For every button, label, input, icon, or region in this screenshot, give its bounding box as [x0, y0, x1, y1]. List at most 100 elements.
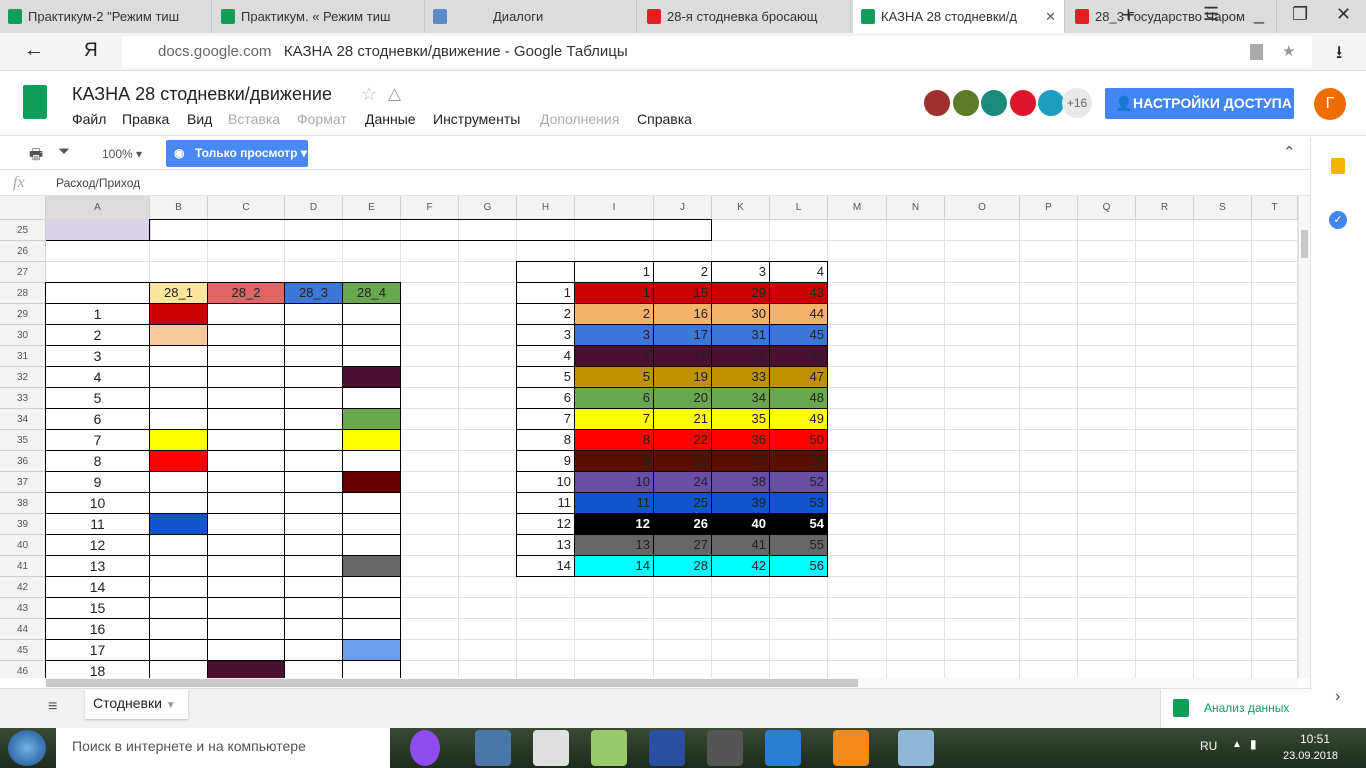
- all-sheets-icon[interactable]: ≡: [48, 698, 57, 716]
- right-table-header[interactable]: 3: [711, 261, 770, 283]
- grid-cell[interactable]: [945, 514, 1020, 535]
- right-table-value[interactable]: 33: [711, 366, 770, 388]
- grid-cell[interactable]: [712, 220, 770, 241]
- right-table-row-label[interactable]: 7: [516, 408, 575, 430]
- grid-cell[interactable]: [1136, 388, 1194, 409]
- spreadsheet-grid[interactable]: A B C D E F G H I J K L M N O P Q R S T 25 26 27 28 29 30 31 32 33 34…: [0, 196, 1298, 678]
- row-header[interactable]: 27: [0, 262, 46, 283]
- taskbar-search[interactable]: Поиск в интернете и на компьютере: [56, 728, 390, 768]
- grid-cell[interactable]: [517, 619, 575, 640]
- grid-cell[interactable]: [1252, 661, 1298, 678]
- grid-cell[interactable]: [887, 661, 945, 678]
- grid-cell[interactable]: [887, 472, 945, 493]
- right-table-value[interactable]: 28: [653, 555, 712, 577]
- right-table-value[interactable]: 12: [574, 513, 654, 535]
- left-table-cell[interactable]: [207, 492, 285, 514]
- left-table-number[interactable]: 14: [45, 576, 150, 598]
- left-table-cell[interactable]: [149, 576, 208, 598]
- grid-cell[interactable]: [1020, 430, 1078, 451]
- right-table-value[interactable]: 25: [653, 492, 712, 514]
- right-table-value[interactable]: 11: [574, 492, 654, 514]
- column-header[interactable]: I: [575, 196, 654, 220]
- right-table-value[interactable]: 9: [574, 450, 654, 472]
- collaborator-avatar[interactable]: [922, 88, 952, 118]
- grid-cell[interactable]: [945, 325, 1020, 346]
- row-header[interactable]: 39: [0, 514, 46, 535]
- colored-cell[interactable]: [149, 429, 208, 451]
- right-table-value[interactable]: 54: [769, 513, 828, 535]
- right-table-value[interactable]: 29: [711, 282, 770, 304]
- colored-cell[interactable]: [207, 660, 285, 678]
- grid-cell[interactable]: [828, 556, 887, 577]
- grid-cell[interactable]: [343, 262, 401, 283]
- left-table-cell[interactable]: [149, 618, 208, 640]
- grid-cell[interactable]: [1078, 241, 1136, 262]
- grid-cell[interactable]: [1020, 598, 1078, 619]
- row-header[interactable]: 44: [0, 619, 46, 640]
- column-header[interactable]: N: [887, 196, 945, 220]
- right-table-value[interactable]: 30: [711, 303, 770, 325]
- grid-cell[interactable]: [1252, 577, 1298, 598]
- grid-cell[interactable]: [945, 220, 1020, 241]
- browser-tab[interactable]: Диалоги: [425, 0, 637, 33]
- grid-cell[interactable]: [945, 640, 1020, 661]
- left-table-cell[interactable]: [207, 429, 285, 451]
- grid-cell[interactable]: [828, 283, 887, 304]
- right-table-row-label[interactable]: 11: [516, 492, 575, 514]
- move-to-folder-icon[interactable]: △: [388, 84, 401, 104]
- column-header[interactable]: L: [770, 196, 828, 220]
- right-table-value[interactable]: 37: [711, 450, 770, 472]
- minimize-icon[interactable]: _: [1254, 4, 1264, 25]
- grid-cell[interactable]: [887, 640, 945, 661]
- left-table-cell[interactable]: [149, 366, 208, 388]
- row-header[interactable]: 35: [0, 430, 46, 451]
- browser-menu-icon[interactable]: ☰: [1203, 4, 1219, 25]
- grid-cell[interactable]: [1194, 325, 1252, 346]
- grid-cell[interactable]: [459, 514, 517, 535]
- left-table-cell[interactable]: [284, 576, 343, 598]
- grid-cell[interactable]: [945, 367, 1020, 388]
- grid-cell[interactable]: [1078, 556, 1136, 577]
- browser-tab[interactable]: Практикум-2 "Режим тиш: [0, 0, 212, 33]
- grid-cell[interactable]: [285, 241, 343, 262]
- share-button[interactable]: 👤 НАСТРОЙКИ ДОСТУПА: [1105, 88, 1294, 119]
- grid-cell[interactable]: [1194, 619, 1252, 640]
- browser-tab[interactable]: 28-я стодневка бросающ: [639, 0, 851, 33]
- colored-cell[interactable]: [149, 324, 208, 346]
- right-table-value[interactable]: 18: [653, 345, 712, 367]
- grid-cell[interactable]: [1252, 388, 1298, 409]
- left-table-cell[interactable]: [342, 450, 401, 472]
- yandex-browser-icon[interactable]: [533, 730, 569, 766]
- left-table-cell[interactable]: [284, 345, 343, 367]
- right-table-value[interactable]: 41: [711, 534, 770, 556]
- right-table-value[interactable]: 23: [653, 450, 712, 472]
- left-table-cell[interactable]: [342, 534, 401, 556]
- grid-cell[interactable]: [1136, 346, 1194, 367]
- grid-cell[interactable]: [1136, 367, 1194, 388]
- grid-cell[interactable]: [459, 661, 517, 678]
- colored-cell[interactable]: [149, 303, 208, 325]
- grid-cell[interactable]: [945, 661, 1020, 678]
- grid-cell[interactable]: [945, 535, 1020, 556]
- grid-cell[interactable]: [887, 598, 945, 619]
- grid-cell[interactable]: [1020, 493, 1078, 514]
- left-table-cell[interactable]: [284, 513, 343, 535]
- grid-cell[interactable]: [654, 598, 712, 619]
- grid-cell[interactable]: [1078, 346, 1136, 367]
- grid-cell[interactable]: [208, 241, 285, 262]
- grid-cell[interactable]: [887, 367, 945, 388]
- yandex-logo[interactable]: Я: [84, 40, 98, 62]
- grid-cell[interactable]: [1252, 367, 1298, 388]
- grid-cell[interactable]: [401, 409, 459, 430]
- browser-tab[interactable]: Практикум. « Режим тиш: [213, 0, 425, 33]
- right-table-value[interactable]: 45: [769, 324, 828, 346]
- grid-cell[interactable]: [1252, 409, 1298, 430]
- grid-cell[interactable]: [945, 472, 1020, 493]
- grid-cell[interactable]: [828, 304, 887, 325]
- grid-cell[interactable]: [401, 619, 459, 640]
- grid-cell[interactable]: [517, 640, 575, 661]
- grid-cell[interactable]: [150, 262, 208, 283]
- cell-a25[interactable]: [46, 219, 151, 241]
- grid-cell[interactable]: [401, 367, 459, 388]
- grid-cell[interactable]: [945, 451, 1020, 472]
